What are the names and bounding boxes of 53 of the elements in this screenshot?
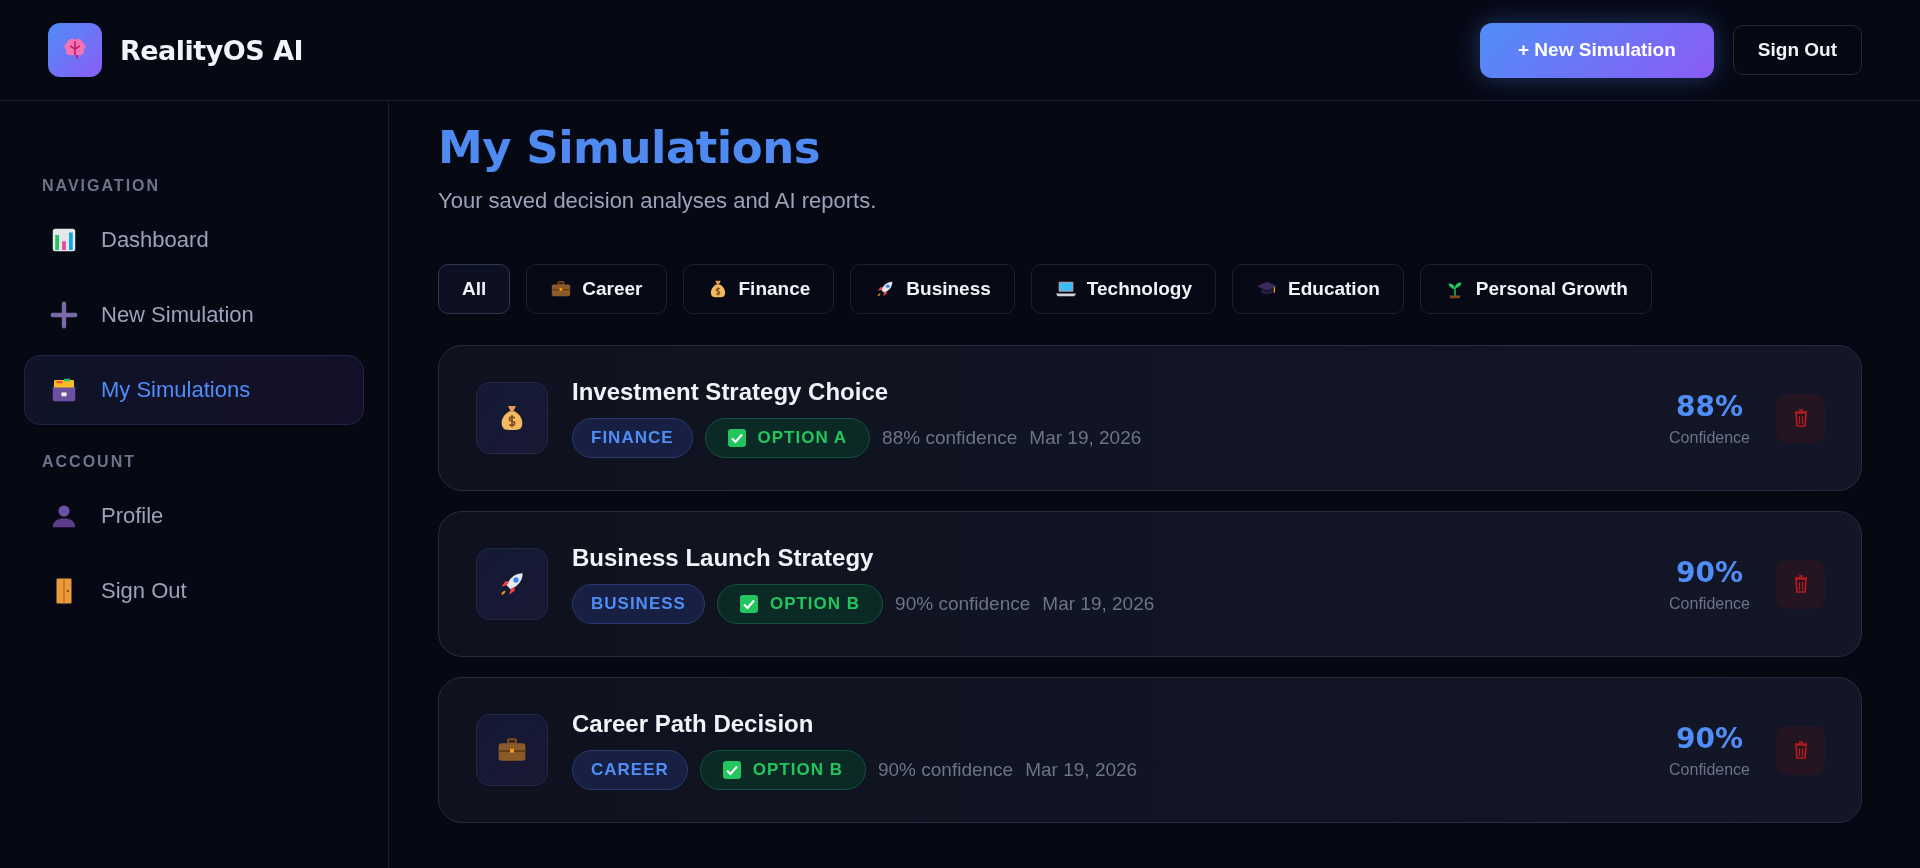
- check-icon: [727, 429, 746, 447]
- category-tag: CAREER: [572, 750, 688, 790]
- option-tag: OPTION B: [699, 750, 866, 790]
- sidebar-item[interactable]: Dashboard: [24, 205, 364, 275]
- sidebar-item[interactable]: Sign Out: [24, 556, 364, 626]
- check-icon: [722, 761, 741, 779]
- category-tag: BUSINESS: [572, 584, 705, 624]
- page-subtitle: Your saved decision analyses and AI reports.: [438, 188, 878, 214]
- filter-chip[interactable]: All: [438, 264, 511, 314]
- filter-chip[interactable]: Business: [850, 264, 1015, 314]
- new-simulation-button[interactable]: + New Simulation: [1480, 22, 1714, 78]
- app-title: RealityOS AI: [120, 34, 304, 66]
- trash-icon: [1792, 740, 1809, 760]
- section-label: NAVIGATION: [41, 177, 162, 195]
- date-text: Mar 19, 2026: [1025, 759, 1138, 781]
- sidebar-item[interactable]: My Simulations: [24, 355, 364, 425]
- simulation-title: Business Launch Strategy: [572, 544, 875, 572]
- simulation-title: Investment Strategy Choice: [572, 378, 890, 406]
- simulation-card[interactable]: Career Path Decision CAREER OPTION B 90% confidence Mar 19, 2026 90% Confidence: [438, 677, 1862, 823]
- confidence-percent: 88%: [1676, 389, 1744, 423]
- plus-icon: [49, 300, 79, 330]
- date-text: Mar 19, 2026: [1029, 427, 1142, 449]
- option-tag: OPTION B: [716, 584, 884, 624]
- filter-chip[interactable]: Technology: [1030, 264, 1216, 314]
- confidence-text: 88% confidence: [882, 427, 1018, 449]
- sidebar-item[interactable]: Profile: [24, 481, 364, 551]
- delete-button[interactable]: [1776, 393, 1825, 443]
- simulation-title: Career Path Decision: [572, 710, 815, 738]
- page-title: My Simulations: [438, 121, 820, 174]
- confidence-label: Confidence: [1669, 428, 1750, 447]
- sidebar-item[interactable]: New Simulation: [24, 280, 364, 350]
- filter-chip[interactable]: Personal Growth: [1419, 264, 1652, 314]
- confidence-label: Confidence: [1669, 760, 1750, 779]
- confidence-label: Confidence: [1669, 594, 1750, 613]
- confidence-text: 90% confidence: [877, 759, 1014, 781]
- confidence-text: 90% confidence: [895, 593, 1031, 615]
- confidence-percent: 90%: [1676, 721, 1744, 755]
- confidence-percent: 90%: [1676, 555, 1744, 589]
- delete-button[interactable]: [1776, 725, 1825, 775]
- check-icon: [739, 595, 758, 613]
- filter-chip[interactable]: Finance: [682, 264, 835, 314]
- filter-chip[interactable]: Career: [526, 264, 667, 314]
- option-tag: OPTION A: [704, 418, 871, 458]
- trash-icon: [1792, 574, 1809, 594]
- trash-icon: [1792, 408, 1809, 428]
- simulation-card[interactable]: Business Launch Strategy BUSINESS OPTION B 90% confidence Mar 19, 2026 90% Confidence: [438, 511, 1862, 657]
- simulation-card[interactable]: Investment Strategy Choice FINANCE OPTION A 88% confidence Mar 19, 2026 88% Confidence: [438, 345, 1862, 491]
- sign-out-button[interactable]: Sign Out: [1732, 25, 1862, 75]
- section-label: ACCOUNT: [41, 453, 137, 471]
- filter-chip[interactable]: Education: [1232, 264, 1404, 314]
- category-tag: FINANCE: [572, 418, 693, 458]
- delete-button[interactable]: [1776, 559, 1825, 609]
- date-text: Mar 19, 2026: [1042, 593, 1155, 615]
